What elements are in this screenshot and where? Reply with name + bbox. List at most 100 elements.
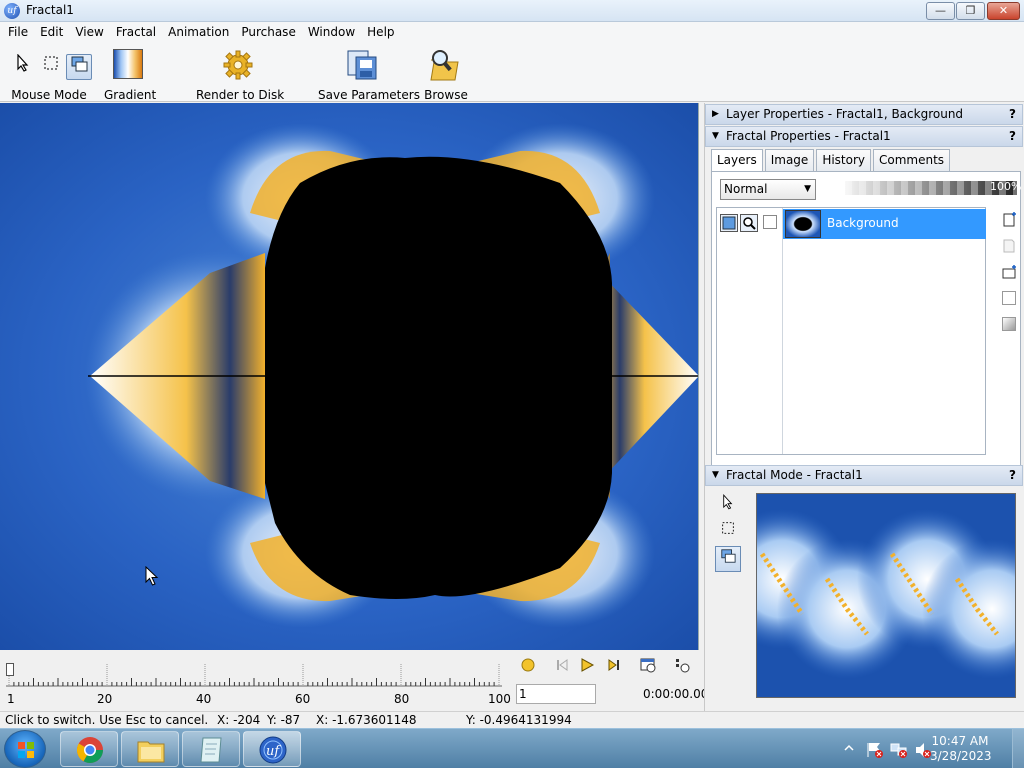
mouse-cursor-icon	[145, 566, 159, 586]
tray-expand-icon[interactable]	[844, 743, 854, 753]
blend-mode-select[interactable]: Normal ▼	[720, 179, 816, 200]
status-bar: Click to switch. Use Esc to cancel. X: -…	[0, 711, 1024, 728]
gradient-label: Gradient	[104, 88, 157, 102]
mouse-mode-label: Mouse Mode	[11, 88, 87, 102]
go-last-icon[interactable]	[606, 657, 622, 673]
ultra-fractal-icon: uf	[259, 736, 287, 764]
blend-mode-value: Normal	[724, 182, 768, 196]
frame-number-input[interactable]: 1	[516, 684, 596, 704]
opacity-value: 100%	[990, 180, 1022, 193]
zoom-icon[interactable]	[740, 214, 758, 232]
tab-history[interactable]: History	[816, 149, 872, 171]
new-layer-icon[interactable]	[1002, 212, 1016, 227]
new-folder-icon[interactable]	[1002, 264, 1016, 279]
taskbar-ultrafractal[interactable]: uf	[243, 731, 301, 767]
network-icon[interactable]	[890, 741, 908, 759]
browse-button[interactable]: Browse	[424, 46, 468, 102]
system-clock[interactable]: 10:47 AM 3/28/2023	[930, 734, 992, 764]
maximize-button[interactable]: ❐	[956, 2, 985, 20]
timeline-tick-20: 20	[97, 692, 113, 706]
select-rect-icon[interactable]	[715, 519, 741, 545]
layer-item[interactable]: Background	[783, 209, 986, 239]
mouse-mode-group: Mouse Mode	[6, 46, 92, 102]
title-bar: uf Fractal1 — ❐ ✕	[0, 0, 1024, 22]
expand-arrow-icon: ▶	[712, 109, 719, 119]
help-icon[interactable]: ?	[1009, 127, 1016, 146]
timeline-tick-80: 80	[394, 692, 410, 706]
taskbar-chrome[interactable]	[60, 731, 118, 767]
duplicate-layer-icon[interactable]	[1002, 238, 1016, 253]
right-panel: ▶ Layer Properties - Fractal1, Backgroun…	[704, 103, 1024, 711]
save-parameters-button[interactable]: Save Parameters	[318, 46, 420, 102]
clock-time: 10:47 AM	[931, 734, 989, 748]
taskbar-notepad[interactable]	[182, 731, 240, 767]
layer-lock-checkbox[interactable]	[763, 215, 777, 229]
collapse-arrow-icon: ▼	[712, 470, 719, 480]
fractal-canvas[interactable]	[0, 103, 699, 650]
go-first-icon[interactable]	[554, 657, 570, 673]
render-to-disk-button[interactable]: Render to Disk	[196, 46, 285, 102]
layer-visible-icon[interactable]	[720, 214, 738, 232]
select-rect-icon[interactable]	[38, 54, 64, 80]
fractal-image	[85, 123, 698, 628]
menu-help[interactable]: Help	[361, 22, 400, 42]
help-icon[interactable]: ?	[1009, 466, 1016, 485]
record-icon[interactable]	[520, 657, 536, 673]
window-title: Fractal1	[26, 3, 74, 17]
timeline-settings-icon[interactable]	[640, 657, 656, 673]
toolbar: Mouse Mode Gradient Render to Disk Save …	[0, 42, 1024, 102]
gear-icon	[223, 50, 253, 80]
fractal-mode-title: Fractal Mode - Fractal1	[726, 468, 863, 482]
pointer-icon[interactable]	[10, 53, 36, 80]
layers-panel: Normal ▼ 100% Background	[711, 171, 1021, 471]
menu-view[interactable]: View	[69, 22, 109, 42]
status-pixel-y: Y: -87	[267, 713, 301, 727]
save-parameters-icon	[347, 50, 377, 80]
browse-icon	[430, 50, 459, 81]
julia-preview[interactable]	[756, 493, 1016, 698]
help-icon[interactable]: ?	[1009, 105, 1016, 124]
layer-name: Background	[827, 216, 899, 230]
gradient-mask-icon[interactable]	[1002, 317, 1016, 331]
browse-label: Browse	[424, 88, 468, 102]
fractal-properties-header[interactable]: ▼ Fractal Properties - Fractal1 ?	[705, 126, 1023, 147]
action-center-icon[interactable]	[866, 741, 884, 759]
menu-file[interactable]: File	[2, 22, 34, 42]
taskbar-explorer[interactable]	[121, 731, 179, 767]
start-button[interactable]	[4, 730, 46, 768]
menu-fractal[interactable]: Fractal	[110, 22, 162, 42]
fractal-mode-header[interactable]: ▼ Fractal Mode - Fractal1 ?	[705, 465, 1023, 486]
properties-tabs: Layers Image History Comments	[711, 149, 952, 172]
minimize-button[interactable]: —	[926, 2, 955, 20]
menu-edit[interactable]: Edit	[34, 22, 69, 42]
status-fractal-x: X: -1.673601148	[316, 713, 417, 727]
svg-text:uf: uf	[266, 744, 281, 759]
keyframe-icon[interactable]	[674, 657, 690, 673]
switch-mode-icon[interactable]	[66, 54, 92, 80]
menu-purchase[interactable]: Purchase	[235, 22, 302, 42]
show-desktop-button[interactable]	[1012, 729, 1024, 768]
collapse-arrow-icon: ▼	[712, 131, 719, 141]
tab-comments[interactable]: Comments	[873, 149, 951, 171]
tab-layers[interactable]: Layers	[711, 149, 763, 172]
close-button[interactable]: ✕	[987, 2, 1020, 20]
mask-icon[interactable]	[1002, 291, 1016, 305]
tab-image[interactable]: Image	[764, 149, 815, 171]
timeline-tick-60: 60	[295, 692, 311, 706]
chevron-down-icon: ▼	[804, 184, 811, 194]
clock-date: 3/28/2023	[930, 749, 992, 763]
menu-window[interactable]: Window	[302, 22, 361, 42]
menu-animation[interactable]: Animation	[162, 22, 235, 42]
play-icon[interactable]	[579, 657, 595, 673]
preview-image	[757, 509, 1015, 679]
render-label: Render to Disk	[196, 88, 285, 102]
switch-mode-icon[interactable]	[715, 546, 741, 572]
pointer-icon[interactable]	[715, 493, 741, 519]
gradient-button[interactable]: Gradient	[104, 46, 157, 102]
layer-properties-header[interactable]: ▶ Layer Properties - Fractal1, Backgroun…	[705, 104, 1023, 125]
timeline-ruler[interactable]	[6, 664, 502, 690]
folder-icon	[137, 741, 165, 763]
taskbar: uf 10:47 AM 3/28/2023	[0, 728, 1024, 768]
timeline-handle[interactable]	[6, 663, 14, 676]
save-parameters-label: Save Parameters	[318, 88, 420, 102]
